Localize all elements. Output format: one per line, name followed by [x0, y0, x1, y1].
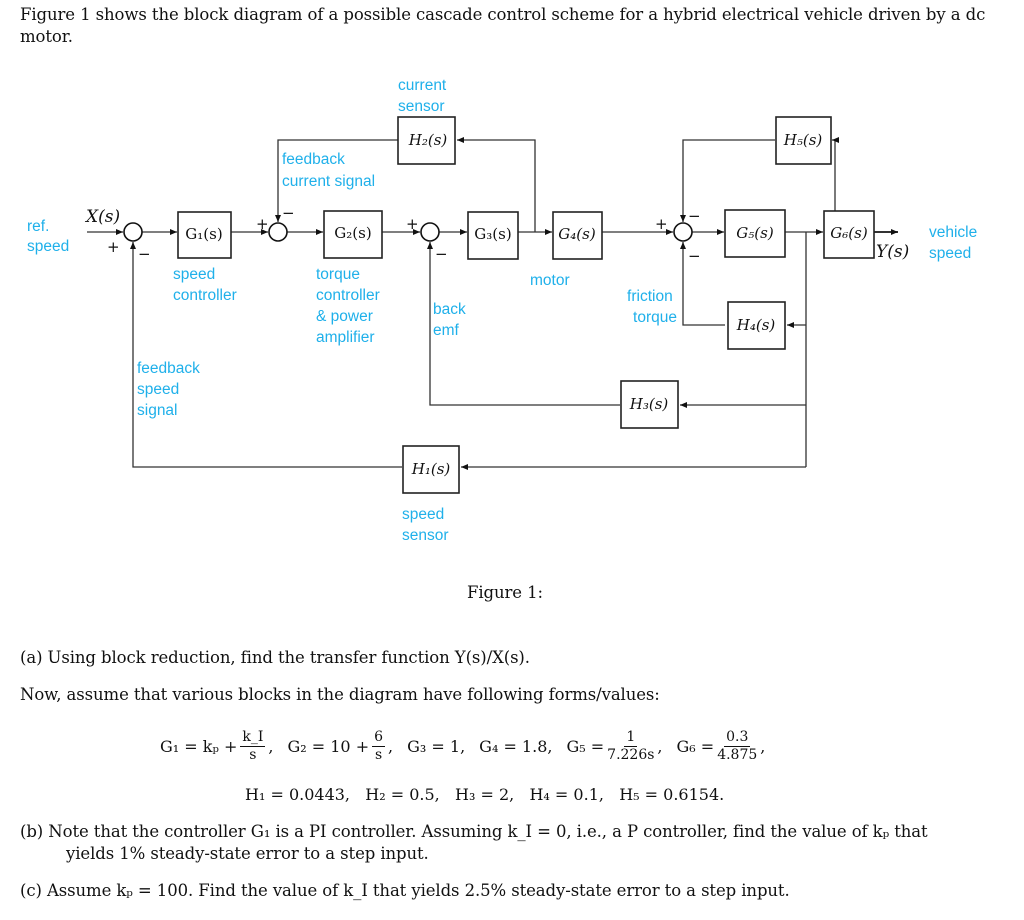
block-g5-label: G₅(s) [736, 224, 774, 242]
label-torque-controller: torque controller & power amplifier [316, 266, 384, 346]
g-values-row: G₁ = kₚ + k_I s, G₂ = 10 + 6s, G₃ = 1, G₄… [160, 722, 765, 770]
g2-fraction: 6s [372, 728, 386, 764]
sign-sum1-plus: + [107, 238, 120, 256]
output-label: Y(s) [876, 242, 909, 262]
assumption-text: Now, assume that various blocks in the d… [20, 685, 660, 704]
h-values-row: H₁ = 0.0443, H₂ = 0.5, H₃ = 2, H₄ = 0.1,… [245, 785, 725, 804]
block-h3: H₃(s) [620, 380, 679, 429]
g6-num: 0.3 [724, 728, 751, 747]
g6-lhs: G₆ = [676, 736, 715, 756]
label-current-sensor: current sensor [398, 77, 451, 115]
block-h4-label: H₄(s) [736, 316, 776, 334]
sign-sum3-plus: + [406, 215, 419, 233]
label-back-emf: back emf [433, 301, 470, 339]
g2-num: 6 [372, 728, 386, 747]
question-a: (a) Using block reduction, find the tran… [20, 648, 530, 667]
g2-lhs: G₂ = 10 + [287, 736, 370, 756]
summing-junction-1 [123, 222, 143, 242]
sign-sum4-minus-top: − [688, 207, 701, 225]
label-motor: motor [530, 272, 570, 289]
sign-sum4-plus: + [655, 215, 668, 233]
label-speed-controller: speed controller [173, 266, 237, 304]
block-g1-label: G₁(s) [185, 225, 222, 243]
label-vehicle-speed: vehicle speed [929, 224, 982, 262]
question-b: (b) Note that the controller G₁ is a PI … [20, 821, 1010, 865]
block-g1: G₁(s) [177, 211, 232, 259]
block-h2-label: H₂(s) [408, 131, 448, 149]
block-h1-label: H₁(s) [411, 460, 451, 478]
block-h1: H₁(s) [402, 445, 460, 494]
summing-junction-2 [268, 222, 288, 242]
summing-junction-3 [420, 222, 440, 242]
g2-value: G₂ = 10 + 6s, [287, 728, 394, 764]
g5-fraction: 1 7.226s [607, 729, 654, 764]
g1-lhs: G₁ = kₚ + [160, 736, 238, 756]
block-h3-label: H₃(s) [629, 395, 669, 413]
block-g2: G₂(s) [323, 210, 383, 259]
block-h2: H₂(s) [397, 116, 456, 165]
block-g2-label: G₂(s) [334, 224, 371, 242]
summing-junction-4 [673, 222, 693, 242]
g6-den: 4.875 [717, 746, 758, 763]
question-b-line2: yields 1% steady-state error to a step i… [66, 844, 429, 863]
figure-caption: Figure 1: [467, 583, 543, 602]
label-friction-torque: friction torque [627, 288, 677, 326]
label-ref-speed: ref. speed [27, 218, 69, 255]
block-g6: G₆(s) [823, 210, 875, 259]
block-g6-label: G₆(s) [830, 224, 868, 242]
block-g4: G₄(s) [552, 211, 603, 260]
block-h5: H₅(s) [775, 116, 832, 165]
sign-sum3-minus: − [435, 245, 448, 263]
g6-fraction: 0.3 4.875 [717, 729, 757, 764]
label-feedback-current-signal: feedback current signal [282, 151, 375, 190]
block-h5-label: H₅(s) [783, 131, 823, 149]
label-speed-sensor: speed sensor [402, 506, 449, 544]
label-feedback-speed-signal: feedback speed signal [137, 360, 204, 419]
g5-lhs: G₅ = [566, 736, 605, 756]
block-diagram: + − + − + − + − − G₁(s) G₂(s) G₃(s) G₄(s… [27, 77, 982, 544]
g1-num: k_I [240, 728, 266, 747]
question-b-line1: (b) Note that the controller G₁ is a PI … [20, 822, 928, 841]
input-label: X(s) [84, 207, 120, 227]
g2-den: s [374, 746, 383, 763]
g5-den: 7.226s [607, 746, 655, 763]
g1-value: G₁ = kₚ + k_I s, [160, 728, 274, 764]
block-h4: H₄(s) [727, 301, 786, 350]
g1-den: s [249, 746, 257, 763]
block-g3: G₃(s) [467, 211, 519, 260]
block-g3-label: G₃(s) [474, 225, 511, 243]
g6-value: G₆ = 0.3 4.875, [676, 728, 766, 764]
intro-paragraph: Figure 1 shows the block diagram of a po… [20, 5, 986, 46]
sign-sum2-plus: + [256, 215, 269, 233]
g5-num: 1 [624, 728, 638, 747]
g1-fraction: k_I s [240, 728, 266, 764]
g4-value: G₄ = 1.8, [479, 736, 553, 756]
g5-value: G₅ = 1 7.226s, [566, 728, 663, 764]
g3-value: G₃ = 1, [407, 736, 466, 756]
block-g5: G₅(s) [724, 209, 786, 258]
block-g4-label: G₄(s) [558, 225, 596, 243]
sign-sum2-minus: − [282, 204, 295, 222]
question-c: (c) Assume kₚ = 100. Find the value of k… [20, 881, 790, 900]
sign-sum4-minus-bottom: − [688, 247, 701, 265]
sign-sum1-minus: − [138, 245, 151, 263]
